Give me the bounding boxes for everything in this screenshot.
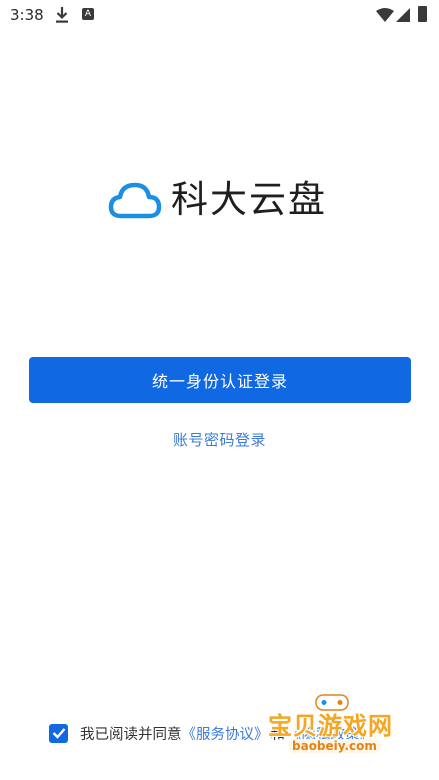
agreement-text: 我已阅读并同意 [80, 726, 182, 743]
service-agreement-link[interactable]: 《服务协议》 [182, 723, 269, 744]
battery-icon [418, 6, 427, 22]
status-bar: 3:38 A [0, 0, 439, 30]
app-title: 科大云盘 [171, 178, 327, 221]
status-time: 3:38 [10, 6, 44, 24]
download-icon [55, 6, 69, 28]
signal-icon [396, 7, 410, 26]
watermark-title: 宝贝游戏网 [268, 712, 393, 740]
unified-login-button[interactable]: 统一身份认证登录 [29, 357, 411, 403]
agreement-checkbox[interactable] [49, 723, 68, 743]
watermark: 宝贝游戏网 baobeiy.com [262, 690, 412, 775]
account-password-login-link[interactable]: 账号密码登录 [0, 429, 439, 450]
app-notification-icon: A [82, 8, 94, 20]
app-logo: 科大云盘 [107, 178, 327, 222]
check-icon [52, 728, 65, 739]
cloud-icon [107, 178, 163, 222]
watermark-url: baobeiy.com [288, 739, 381, 753]
wifi-icon [376, 7, 394, 26]
